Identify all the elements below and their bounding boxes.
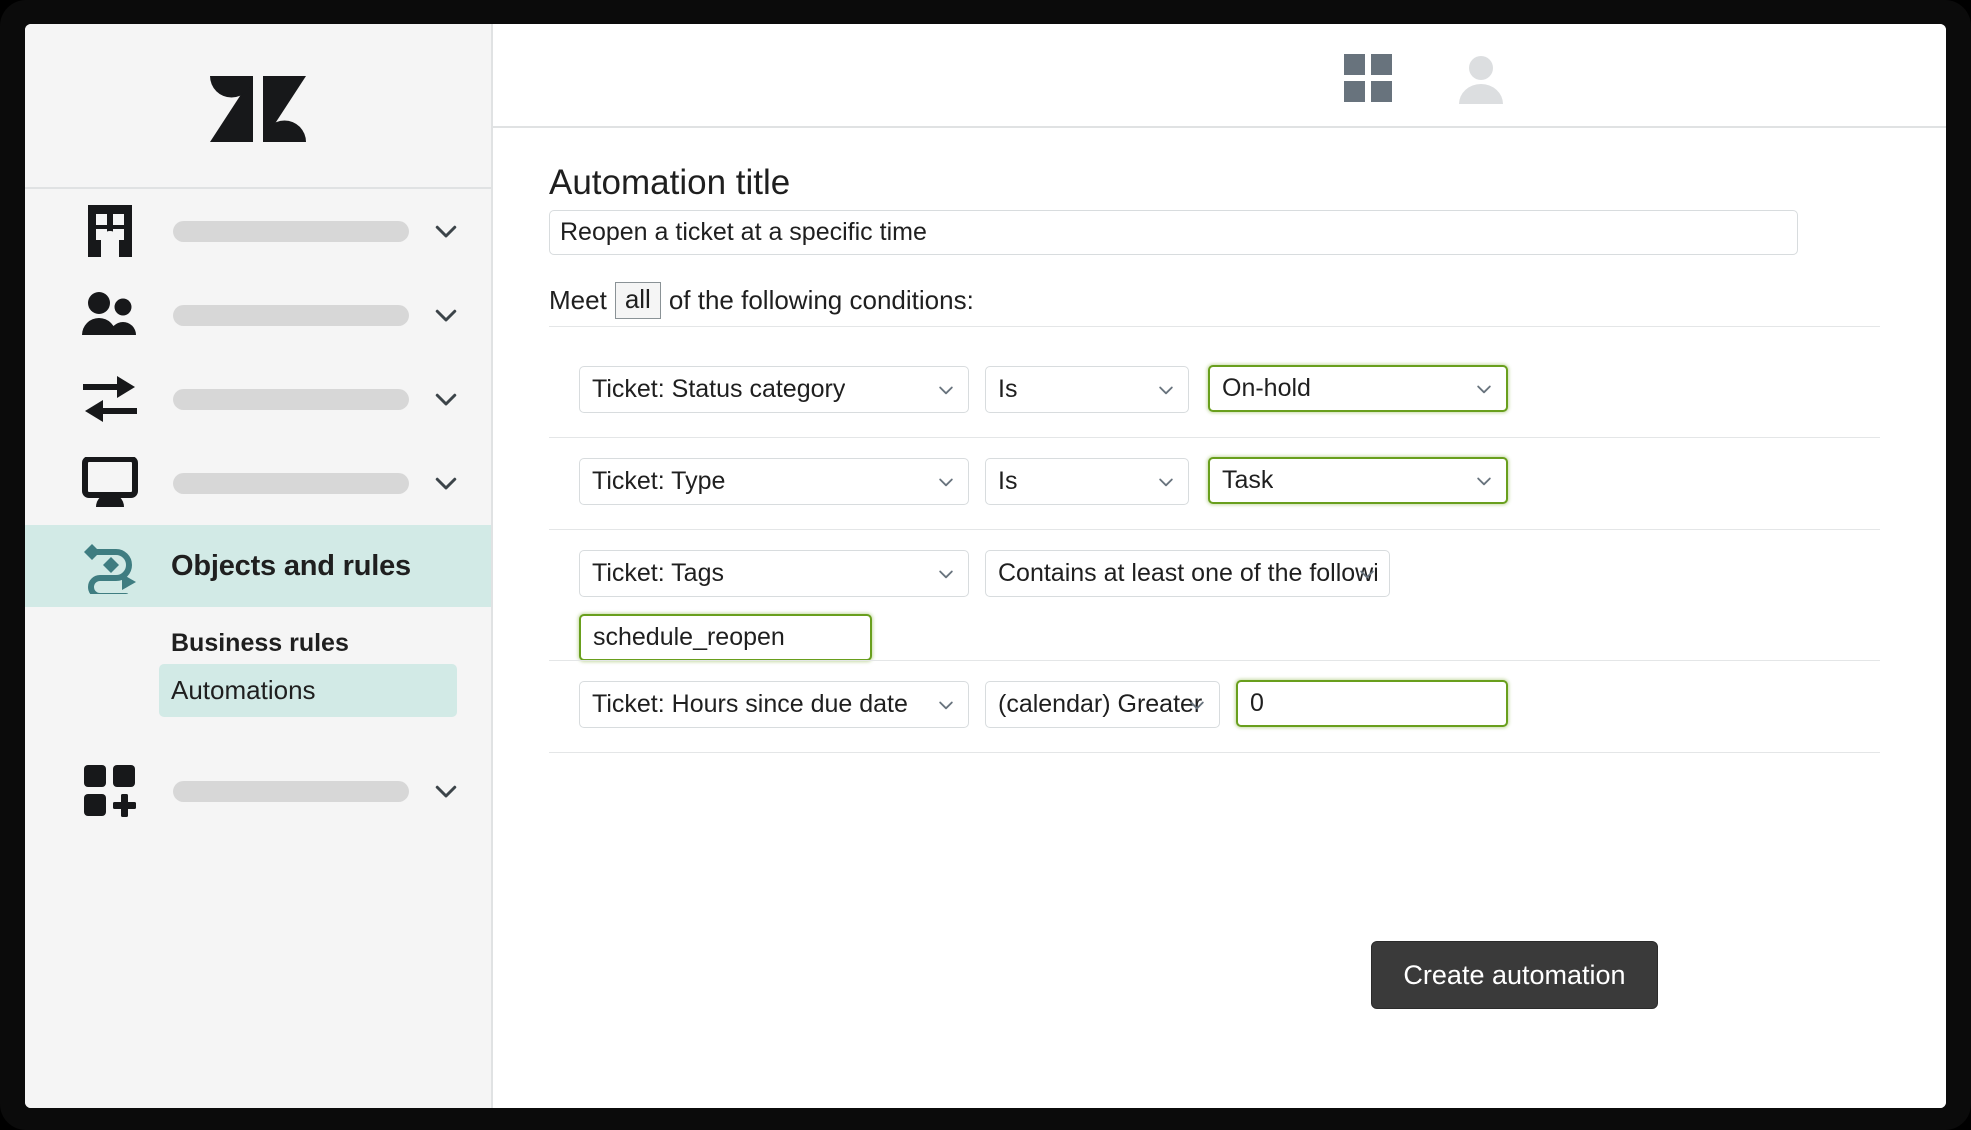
conditions-divider [549,752,1880,753]
apps-add-icon [81,762,139,820]
chevron-down-icon [1360,570,1374,578]
meet-all-any-select[interactable]: all [614,282,661,319]
sidebar-item-objects-and-rules[interactable]: Objects and rules [25,525,491,607]
chevron-down-icon [1477,385,1491,393]
condition-operator-select-3[interactable]: Contains at least one of the following [985,550,1390,597]
condition-value-text-1: On-hold [1222,374,1311,402]
sidebar-subnav: Business rules Automations [25,607,491,717]
sidebar-item-label-placeholder [173,472,409,494]
chevron-down-icon [939,701,953,709]
subnav-heading-business-rules: Business rules [171,629,349,657]
meet-suffix-label: of the following conditions: [668,284,974,315]
chevron-down-icon [1159,386,1173,394]
condition-operator-value-3: Contains at least one of the following [998,559,1377,587]
chevron-down-icon [1477,477,1491,485]
main-content: Automation title Meet all of the followi… [493,128,1946,1108]
sidebar-item-label-placeholder [173,304,409,326]
top-bar [493,24,1946,128]
chevron-down-icon [939,570,953,578]
page-title: Automation title [549,163,791,202]
building-icon [81,202,139,260]
condition-field-select-2[interactable]: Ticket: Type [579,458,969,505]
people-icon [81,286,139,344]
zendesk-logo-icon [210,76,306,142]
condition-field-value-2: Ticket: Type [592,467,726,495]
sidebar-item-label-placeholder [173,220,409,242]
sidebar-item-accounts[interactable] [25,189,491,273]
meet-conditions-line: Meet all of the following conditions: [549,282,974,319]
sidebar-item-automations[interactable]: Automations [159,664,457,717]
chevron-down-icon[interactable] [431,384,461,414]
grid-apps-icon[interactable] [1344,54,1392,102]
conditions-divider [549,529,1880,530]
sidebar-item-label-placeholder [173,780,409,802]
meet-prefix-label: Meet [549,284,607,315]
monitor-icon [81,454,139,512]
condition-operator-value-4: (calendar) Greater than [998,690,1207,718]
conditions-divider [549,660,1880,661]
condition-value-text-2: Task [1222,466,1274,494]
sidebar-item-workspaces[interactable] [25,441,491,525]
chevron-down-icon[interactable] [431,468,461,498]
conditions-divider [549,326,1880,327]
app-viewport: Objects and rules Business rules Automat… [25,24,1946,1108]
condition-field-select-4[interactable]: Ticket: Hours since due date [579,681,969,728]
condition-field-value-4: Ticket: Hours since due date [592,690,908,718]
chevron-down-icon[interactable] [431,216,461,246]
automation-title-input[interactable] [549,210,1798,255]
condition-operator-select-2[interactable]: Is [985,458,1189,505]
condition-operator-select-1[interactable]: Is [985,366,1189,413]
conditions-divider [549,437,1880,438]
chevron-down-icon [1190,701,1204,709]
condition-field-value-3: Ticket: Tags [592,559,724,587]
condition-tags-input-3[interactable] [579,614,872,661]
create-automation-button[interactable]: Create automation [1371,941,1658,1009]
condition-operator-value-2: Is [998,467,1018,495]
sidebar-logo-area [25,24,491,189]
condition-field-select-1[interactable]: Ticket: Status category [579,366,969,413]
condition-value-select-2[interactable]: Task [1208,457,1508,504]
sidebar-item-label: Objects and rules [171,549,411,582]
condition-operator-value-1: Is [998,375,1018,403]
condition-field-value-1: Ticket: Status category [592,375,846,403]
sidebar-item-channels[interactable] [25,357,491,441]
sidebar-item-people[interactable] [25,273,491,357]
device-frame: Objects and rules Business rules Automat… [0,0,1971,1130]
condition-hours-input-4[interactable] [1236,680,1508,727]
chevron-down-icon [939,386,953,394]
chevron-down-icon [1159,478,1173,486]
sidebar-item-apps[interactable] [25,749,491,833]
sidebar-item-label-placeholder [173,388,409,410]
user-avatar-icon[interactable] [1455,52,1507,104]
chevron-down-icon[interactable] [431,776,461,806]
chevron-down-icon[interactable] [431,300,461,330]
condition-operator-select-4[interactable]: (calendar) Greater than [985,681,1220,728]
objects-rules-flow-icon [77,537,141,595]
arrows-exchange-icon [81,370,139,428]
chevron-down-icon [939,478,953,486]
condition-field-select-3[interactable]: Ticket: Tags [579,550,969,597]
condition-value-select-1[interactable]: On-hold [1208,365,1508,412]
sidebar: Objects and rules Business rules Automat… [25,24,493,1108]
